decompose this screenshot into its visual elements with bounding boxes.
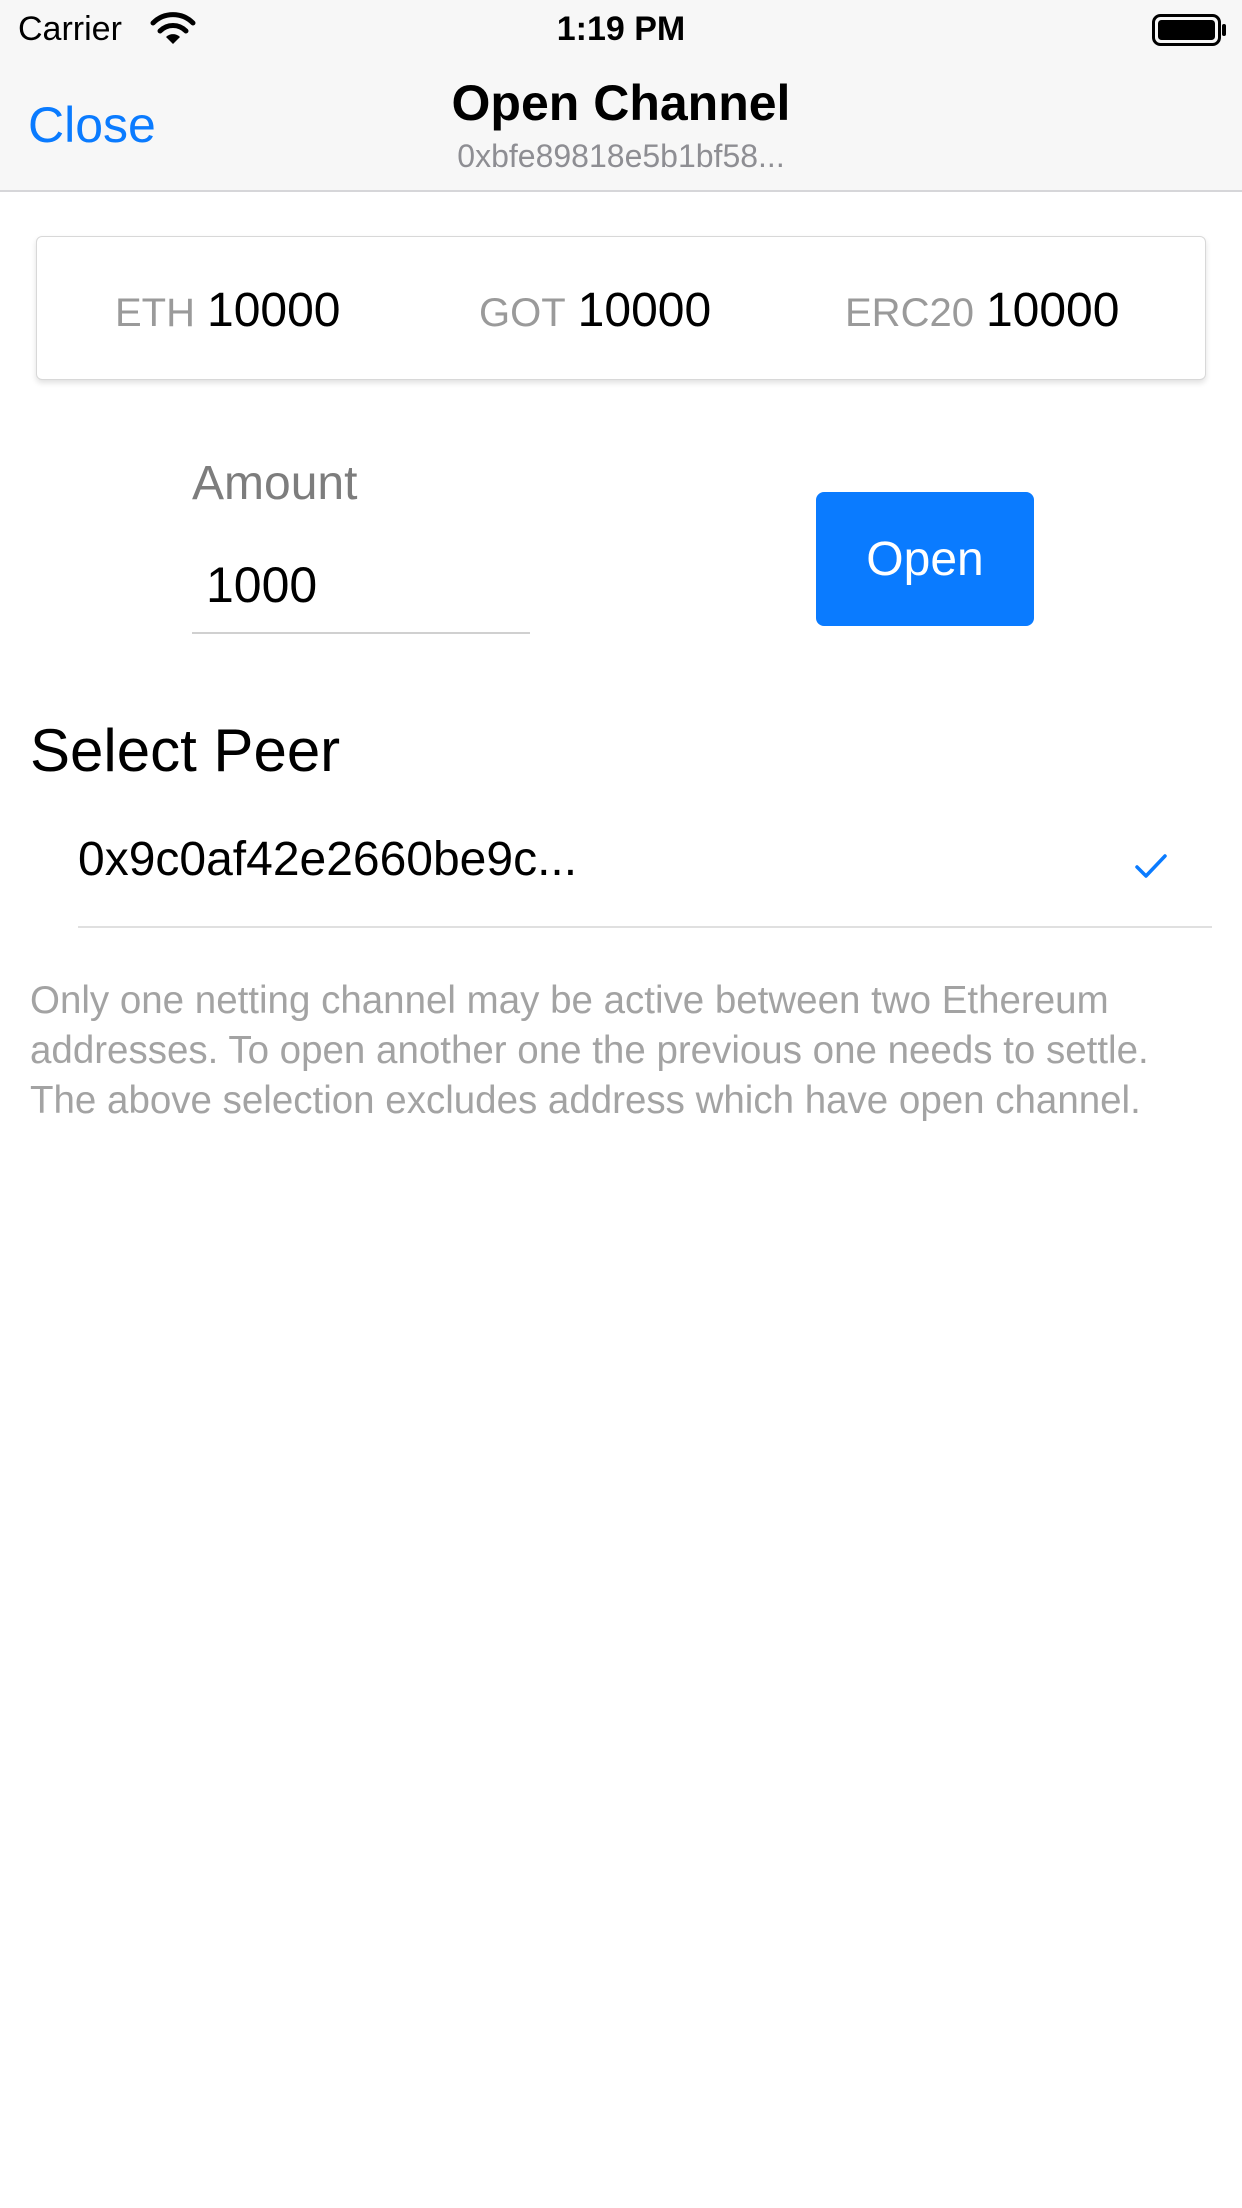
page-subtitle-address: 0xbfe89818e5b1bf58... — [457, 138, 785, 174]
checkmark-icon — [1135, 854, 1167, 878]
navigation-bar: Close Open Channel 0xbfe89818e5b1bf58... — [0, 60, 1242, 192]
balance-eth: ETH 10000 — [115, 283, 340, 338]
peer-list-item[interactable]: 0x9c0af42e2660be9c... — [78, 810, 1212, 928]
balance-got-value: 10000 — [577, 284, 712, 337]
help-text: Only one netting channel may be active b… — [30, 979, 1149, 1122]
balance-erc20-value: 10000 — [985, 284, 1120, 337]
status-bar: Carrier 1:19 PM — [0, 0, 1242, 60]
battery-icon — [1152, 14, 1226, 46]
balance-erc20-label: ERC20 — [845, 291, 974, 335]
balance-eth-label: ETH — [115, 291, 195, 335]
open-button[interactable]: Open — [816, 492, 1034, 626]
balance-got-label: GOT — [479, 291, 566, 335]
balance-card: ETH 10000 GOT 10000 ERC20 10000 — [36, 236, 1206, 380]
balance-erc20: ERC20 10000 — [845, 283, 1119, 338]
amount-label: Amount — [192, 457, 358, 510]
balance-got: GOT 10000 — [479, 283, 711, 338]
status-time: 1:19 PM — [556, 10, 686, 48]
page-title: Open Channel — [451, 75, 791, 131]
select-peer-heading: Select Peer — [30, 717, 341, 784]
balance-eth-value: 10000 — [207, 284, 341, 337]
peer-address: 0x9c0af42e2660be9c... — [78, 833, 578, 886]
amount-input[interactable] — [192, 538, 530, 634]
